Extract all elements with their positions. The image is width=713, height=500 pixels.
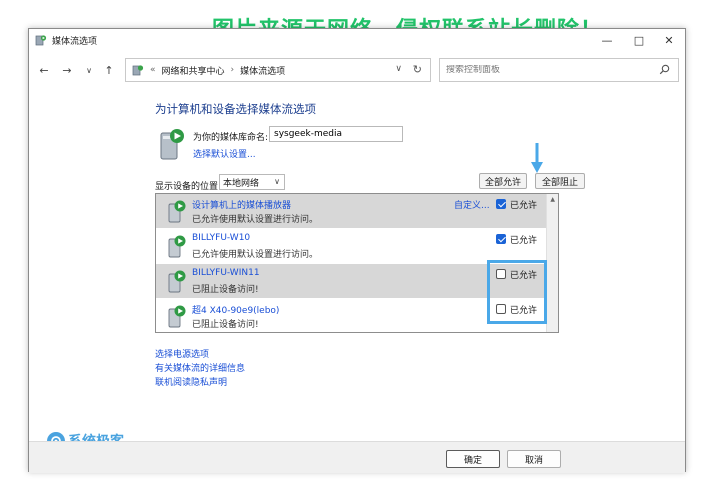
device-location-select[interactable]: 本地网络 ∨ — [219, 174, 285, 190]
library-name-field[interactable] — [269, 126, 403, 142]
back-button[interactable]: ← — [37, 63, 51, 77]
device-location-value: 本地网络 — [223, 178, 260, 189]
recent-locations-button[interactable]: ∨ — [82, 63, 96, 77]
window-title: 媒体流选项 — [52, 36, 98, 47]
block-all-button[interactable]: 全部阻止 — [535, 173, 585, 189]
media-streaming-icon — [132, 65, 144, 76]
search-input[interactable] — [446, 65, 646, 75]
device-status: 已允许使用默认设置进行访问。 — [192, 250, 319, 260]
dialog-footer: 确定 取消 — [29, 441, 685, 473]
allow-all-button[interactable]: 全部允许 — [479, 173, 527, 189]
media-streaming-icon — [35, 35, 47, 46]
device-name[interactable]: 设计算机上的媒体播放器 — [192, 198, 291, 211]
page-heading: 为计算机和设备选择媒体流选项 — [155, 102, 316, 116]
cancel-button[interactable]: 取消 — [507, 450, 561, 468]
maximize-button[interactable]: □ — [623, 29, 655, 51]
title-bar: 媒体流选项 — □ ✕ — [29, 29, 685, 51]
device-status: 已阻止设备访问! — [192, 285, 259, 295]
address-bar[interactable]: « 网络和共享中心 › 媒体流选项 ∨ ↻ — [125, 58, 431, 82]
choose-default-settings-link[interactable]: 选择默认设置... — [193, 147, 256, 160]
allow-checkbox-label[interactable]: 已允许 — [510, 233, 537, 246]
allow-checkbox[interactable] — [496, 234, 506, 244]
breadcrumb-overflow[interactable]: « — [150, 65, 156, 75]
media-streaming-info-link[interactable]: 有关媒体流的详细信息 — [155, 361, 245, 374]
up-button[interactable]: ↑ — [102, 63, 116, 77]
search-icon[interactable] — [659, 64, 670, 75]
device-status: 已允许使用默认设置进行访问。 — [192, 215, 319, 225]
customize-link[interactable]: 自定义... — [454, 198, 490, 211]
device-name[interactable]: BILLYFU-W10 — [192, 233, 250, 243]
device-name[interactable]: BILLYFU-WIN11 — [192, 268, 260, 278]
address-dropdown-button[interactable]: ∨ — [395, 64, 402, 74]
breadcrumb-media-streaming[interactable]: 媒体流选项 — [240, 64, 285, 77]
forward-button[interactable]: → — [60, 63, 74, 77]
allow-checkbox-label[interactable]: 已允许 — [510, 198, 537, 211]
search-box[interactable] — [439, 58, 679, 82]
media-streaming-options-window: 媒体流选项 — □ ✕ ← → ∨ ↑ « 网络和共享中心 › 媒体流选项 ∨ … — [28, 28, 686, 473]
refresh-button[interactable]: ↻ — [413, 63, 422, 76]
checkbox-highlight-box — [487, 260, 547, 324]
allow-checkbox[interactable] — [496, 199, 506, 209]
breadcrumb-network-center[interactable]: 网络和共享中心 — [162, 64, 225, 77]
close-button[interactable]: ✕ — [653, 29, 685, 51]
minimize-button[interactable]: — — [591, 29, 623, 51]
navigation-bar: ← → ∨ ↑ « 网络和共享中心 › 媒体流选项 ∨ ↻ — [29, 55, 685, 85]
device-row[interactable]: BILLYFU-W10 已允许使用默认设置进行访问。 已允许 — [156, 229, 546, 263]
device-status: 已阻止设备访问! — [192, 320, 259, 330]
ok-button[interactable]: 确定 — [446, 450, 500, 468]
privacy-statement-link[interactable]: 联机阅读隐私声明 — [155, 375, 227, 388]
scroll-up-icon[interactable]: ▲ — [550, 196, 555, 203]
media-device-icon — [168, 270, 186, 293]
device-name[interactable]: 超4 X40-90e9(lebo) — [192, 303, 279, 316]
media-device-icon — [168, 200, 186, 223]
device-list-scrollbar[interactable]: ▲ — [546, 194, 558, 332]
media-device-icon — [168, 305, 186, 328]
library-name-label: 为你的媒体库命名: — [193, 133, 269, 143]
power-options-link[interactable]: 选择电源选项 — [155, 347, 209, 360]
show-devices-label: 显示设备的位置: — [155, 182, 222, 192]
breadcrumb-separator[interactable]: › — [231, 65, 235, 75]
media-device-icon — [168, 235, 186, 258]
media-library-icon — [160, 129, 184, 160]
arrow-down-icon — [531, 143, 543, 173]
device-row[interactable]: 设计算机上的媒体播放器 已允许使用默认设置进行访问。 自定义... 已允许 — [156, 194, 546, 228]
chevron-down-icon: ∨ — [274, 177, 280, 186]
